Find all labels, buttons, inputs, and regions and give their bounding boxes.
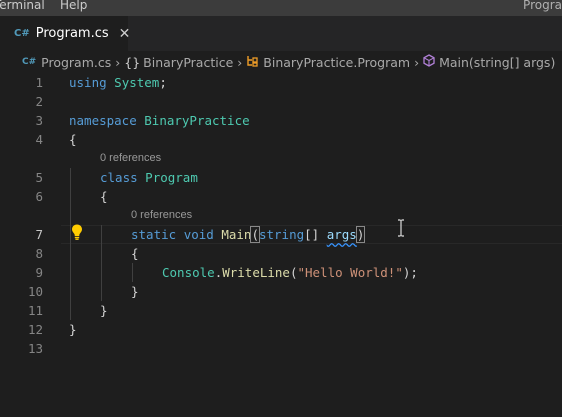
line-content: using System; (69, 73, 167, 92)
lightbulb-icon[interactable] (70, 223, 84, 241)
code-line: 8 { (0, 244, 562, 263)
breadcrumb-namespace[interactable]: BinaryPractice (143, 55, 233, 70)
token-keyword: using (69, 75, 107, 90)
code-line: 10 } (0, 282, 562, 301)
token-bracket-match: ) (355, 226, 366, 243)
line-number: 9 (35, 265, 43, 280)
token-punct: ; (410, 265, 418, 280)
chevron-right-icon: › (414, 54, 420, 70)
line-content: { (100, 189, 108, 204)
token-parameter: args (326, 227, 357, 242)
token-function: WriteLine (222, 265, 290, 280)
line-content: { (131, 246, 139, 261)
token-keyword: string (258, 227, 305, 242)
tab-program-cs[interactable]: C# Program.cs ✕ (0, 16, 131, 51)
code-line: 11 } (0, 301, 562, 320)
method-icon (423, 54, 435, 70)
code-line: 12 } (0, 320, 562, 339)
code-line-active: 7 static void Main(string[] args) (0, 225, 562, 244)
code-line: 3 namespace BinaryPractice (0, 111, 562, 130)
menu-bar: Terminal Help Progra (0, 0, 562, 16)
menu-help[interactable]: Help (60, 0, 87, 12)
chevron-right-icon: › (115, 54, 121, 70)
menu-terminal[interactable]: Terminal (0, 0, 45, 12)
tab-strip: C# Program.cs ✕ (0, 16, 562, 51)
code-line: 4 { (0, 130, 562, 149)
line-number: 6 (35, 189, 43, 204)
csharp-file-icon: C# (14, 28, 30, 39)
breadcrumb: C# Program.cs › {} BinaryPractice › Bina… (0, 51, 562, 73)
code-editor[interactable]: 1 using System; 2 3 namespace BinaryPrac… (0, 73, 562, 417)
token-type: BinaryPractice (144, 113, 250, 128)
token-punct: ; (159, 75, 167, 90)
line-number: 7 (35, 227, 43, 242)
line-number: 3 (35, 113, 43, 128)
line-number: 4 (35, 132, 43, 147)
line-content: { (69, 132, 77, 147)
line-content: Console.WriteLine("Hello World!"); (162, 263, 418, 282)
line-number: 8 (35, 246, 43, 261)
line-number: 11 (27, 303, 43, 318)
breadcrumb-class[interactable]: BinaryPractice.Program (263, 55, 410, 70)
line-number: 13 (27, 341, 43, 356)
code-line: 9 Console.WriteLine("Hello World!"); (0, 263, 562, 282)
token-keyword: void (183, 227, 214, 242)
token-keyword: namespace (69, 113, 137, 128)
code-line: 5 class Program (0, 168, 562, 187)
tab-label: Program.cs (35, 26, 109, 41)
token-type: Console (162, 265, 215, 280)
line-number: 5 (35, 170, 43, 185)
token-function: Main (221, 227, 252, 242)
token-type: System (114, 75, 160, 90)
csharp-file-icon: C# (22, 57, 37, 67)
line-content: } (100, 303, 108, 318)
code-line: 13 (0, 339, 562, 358)
window-title: Progra (523, 0, 562, 12)
line-number: 1 (35, 75, 43, 90)
line-number: 10 (27, 284, 43, 299)
token-bracket-match: ( (250, 226, 260, 243)
line-number: 12 (27, 322, 43, 337)
token-keyword: class (100, 170, 138, 185)
close-icon[interactable]: ✕ (119, 26, 131, 42)
codelens-references[interactable]: 0 references (131, 206, 192, 225)
line-content: } (69, 322, 77, 337)
token-string: "Hello World!" (297, 265, 403, 280)
token-type: Program (145, 170, 198, 185)
line-content: class Program (100, 168, 198, 187)
namespace-icon: {} (124, 54, 141, 70)
line-content: namespace BinaryPractice (69, 111, 250, 130)
token-punct: [] (304, 227, 320, 242)
codelens-references[interactable]: 0 references (100, 149, 161, 168)
code-line: 6 { (0, 187, 562, 206)
chevron-right-icon: › (237, 54, 243, 70)
text-cursor-icon (398, 219, 404, 237)
line-content: } (131, 284, 139, 299)
token-keyword: static (131, 227, 177, 242)
line-number: 2 (35, 94, 43, 109)
line-content: static void Main(string[] args) (131, 225, 366, 244)
code-line: 1 using System; (0, 73, 562, 92)
code-line: 2 (0, 92, 562, 111)
breadcrumb-method[interactable]: Main(string[] args) (439, 55, 555, 70)
class-icon (246, 55, 259, 70)
breadcrumb-file[interactable]: Program.cs (41, 55, 111, 70)
